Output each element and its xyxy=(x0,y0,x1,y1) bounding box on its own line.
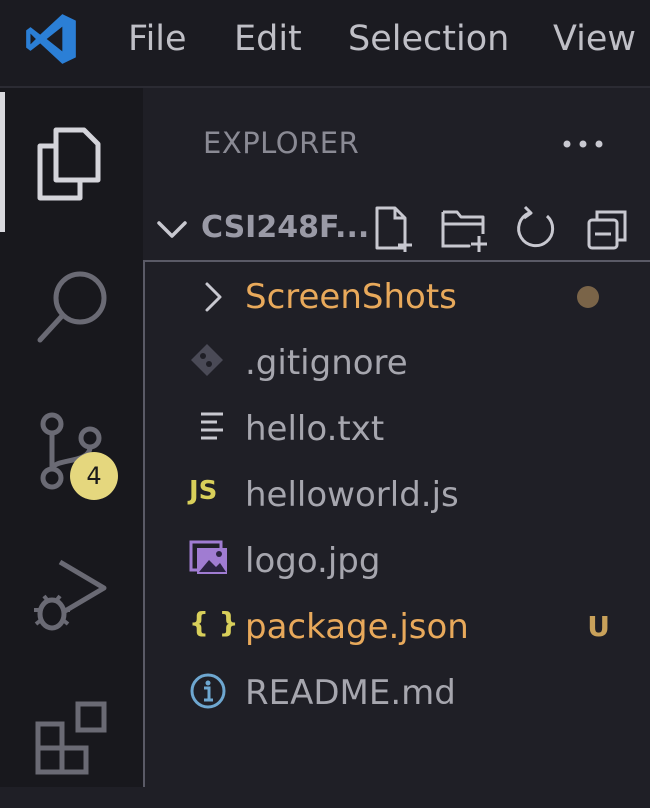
git-icon xyxy=(191,344,223,376)
folder-name: CSI248F... xyxy=(201,210,370,245)
json-file-icon: { } xyxy=(189,606,239,639)
tree-item-label: logo.jpg xyxy=(245,541,381,581)
activity-extensions[interactable] xyxy=(0,678,143,808)
activity-bar: 4 xyxy=(0,88,143,787)
tree-item-label: ScreenShots xyxy=(245,277,457,317)
file-tree: ScreenShots .gitignore hello.txt JS hell… xyxy=(143,260,650,787)
folder-header[interactable]: CSI248F... xyxy=(143,200,650,260)
search-icon xyxy=(37,271,107,343)
chevron-right-icon xyxy=(205,282,222,312)
text-file-icon xyxy=(201,412,223,440)
vscode-logo-icon[interactable] xyxy=(24,12,78,66)
tree-item-readme-md[interactable]: README.md xyxy=(145,660,650,726)
tree-item-label: package.json xyxy=(245,607,469,647)
untracked-status: U xyxy=(587,610,610,643)
explorer-sidebar: EXPLORER CSI248F... ScreenShots .gitigno… xyxy=(143,88,650,787)
tree-item-label: helloworld.js xyxy=(245,475,459,515)
chevron-down-icon xyxy=(157,221,187,238)
tree-item-hello-txt[interactable]: hello.txt xyxy=(145,396,650,462)
modified-dot-icon xyxy=(577,286,599,308)
menu-edit[interactable]: Edit xyxy=(234,16,302,62)
menu-selection[interactable]: Selection xyxy=(348,16,509,62)
new-folder-icon[interactable] xyxy=(439,204,489,254)
title-bar: File Edit Selection View xyxy=(0,0,650,88)
menu-file[interactable]: File xyxy=(128,16,187,62)
tree-item-label: .gitignore xyxy=(245,343,408,383)
js-file-icon: JS xyxy=(189,476,218,506)
activity-explorer[interactable] xyxy=(0,98,143,228)
tree-item-helloworld-js[interactable]: JS helloworld.js xyxy=(145,462,650,528)
files-icon xyxy=(37,127,101,201)
activity-search[interactable] xyxy=(0,238,143,368)
extensions-icon xyxy=(35,701,107,775)
tree-item-logo-jpg[interactable]: logo.jpg xyxy=(145,528,650,594)
menu-view[interactable]: View xyxy=(553,16,636,62)
image-file-icon xyxy=(189,540,227,574)
activity-run-debug[interactable] xyxy=(0,528,143,658)
activity-source-control[interactable] xyxy=(0,378,143,508)
collapse-all-icon[interactable] xyxy=(583,204,633,254)
tree-item-gitignore[interactable]: .gitignore xyxy=(145,330,650,396)
more-actions-icon[interactable] xyxy=(559,126,607,162)
new-file-icon[interactable] xyxy=(369,204,419,254)
tree-item-package-json[interactable]: { } package.json U xyxy=(145,594,650,660)
source-control-badge: 4 xyxy=(70,452,118,500)
tree-item-label: hello.txt xyxy=(245,409,385,449)
tree-item-label: README.md xyxy=(245,673,456,713)
sidebar-title: EXPLORER xyxy=(203,126,360,160)
tree-item-screenshots[interactable]: ScreenShots xyxy=(145,264,650,330)
refresh-icon[interactable] xyxy=(511,204,561,254)
run-debug-icon xyxy=(34,559,107,631)
info-icon xyxy=(190,673,226,709)
